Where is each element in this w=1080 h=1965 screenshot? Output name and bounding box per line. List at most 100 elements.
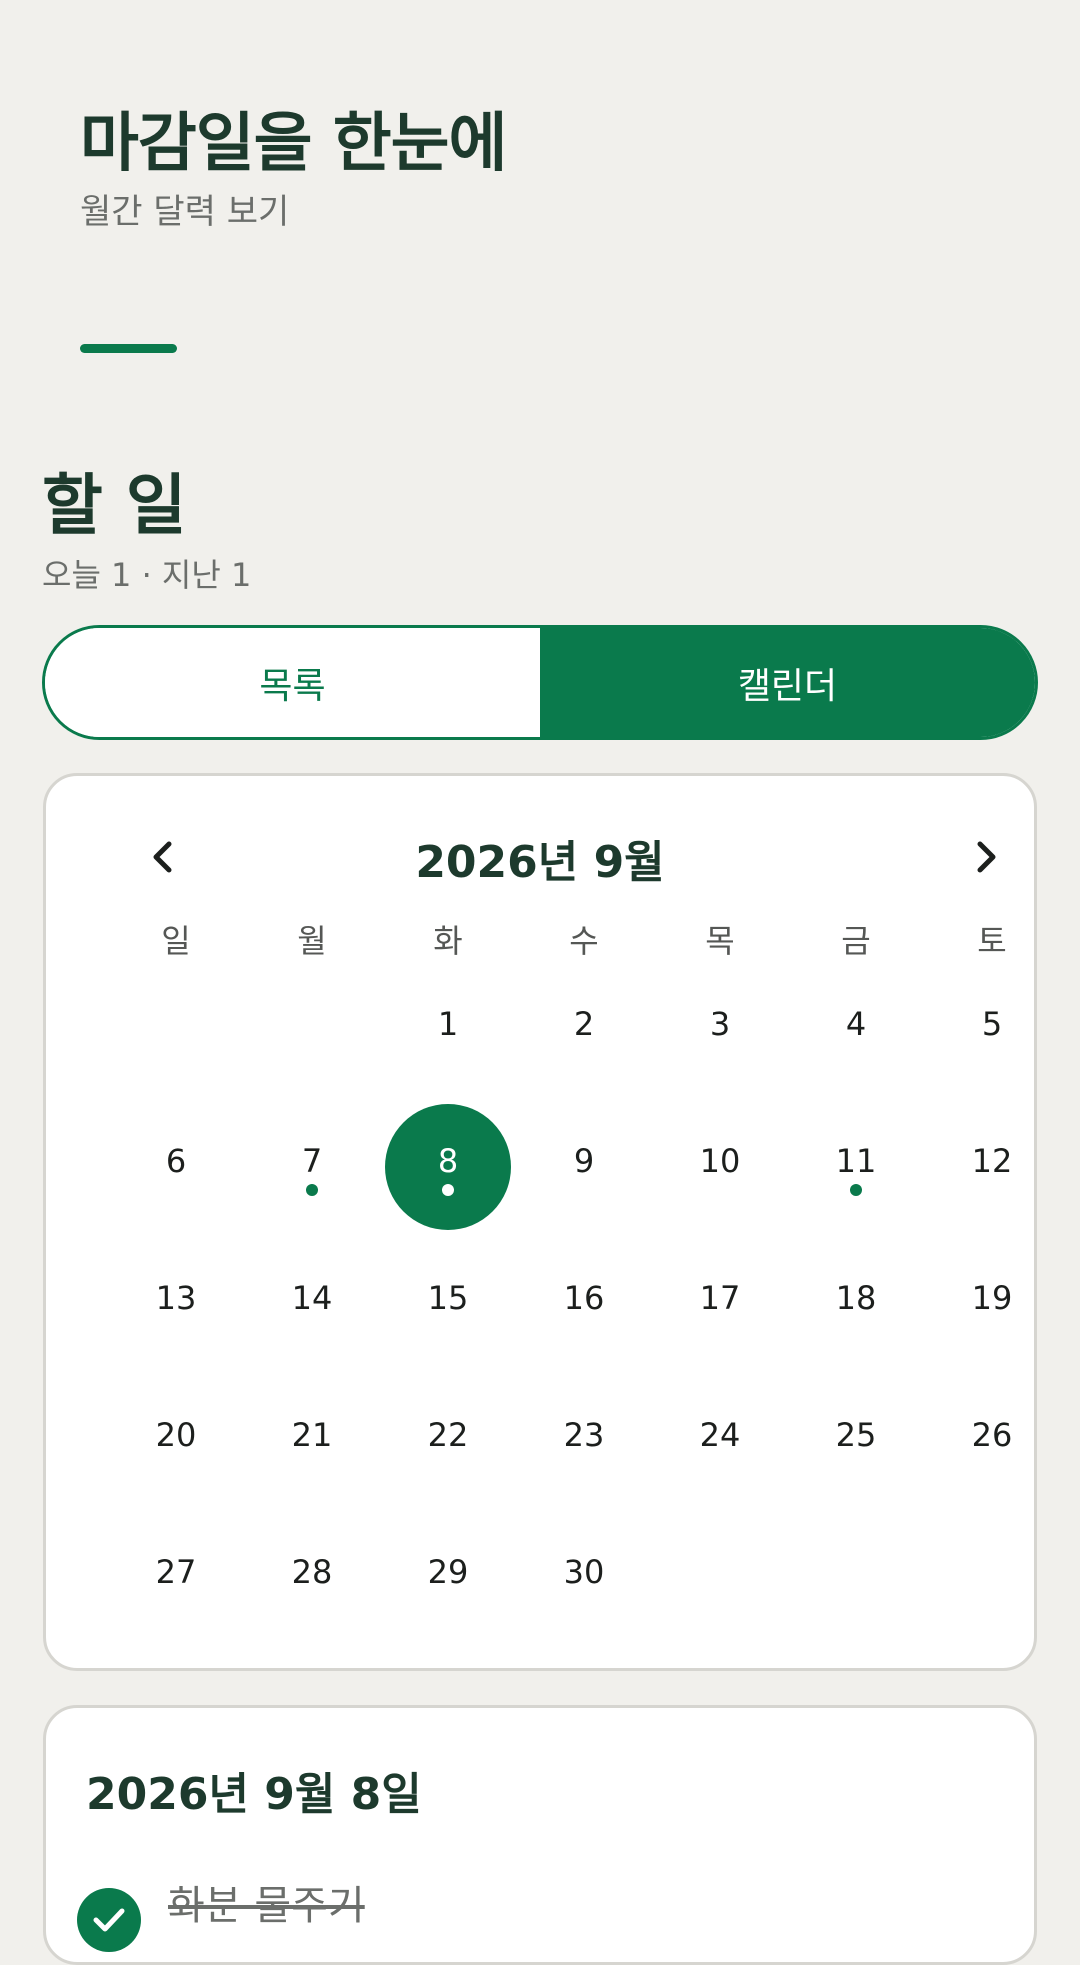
day-button[interactable]: 7: [249, 1104, 375, 1230]
task-title[interactable]: 화분 물주기: [168, 1873, 365, 1931]
day-button[interactable]: 2: [521, 967, 647, 1093]
day-button[interactable]: 27: [113, 1515, 239, 1641]
day-button[interactable]: 5: [929, 967, 1055, 1093]
chevron-right-icon: [977, 841, 996, 873]
day-button[interactable]: 19: [929, 1241, 1055, 1367]
day-button[interactable]: 29: [385, 1515, 511, 1641]
calendar-day: 16: [516, 1235, 652, 1372]
calendar-month-label: 2026년 9월: [415, 837, 665, 888]
day-button[interactable]: 11: [793, 1104, 919, 1230]
calendar-day: 25: [788, 1372, 924, 1509]
day-number: 9: [573, 1141, 595, 1180]
weekday-label: 토: [977, 922, 1007, 960]
day-button[interactable]: 16: [521, 1241, 647, 1367]
list-view-tab[interactable]: 목록: [45, 628, 540, 737]
calendar-day: 30: [516, 1509, 652, 1646]
calendar-day: 5: [924, 961, 1060, 1098]
day-button[interactable]: 18: [793, 1241, 919, 1367]
day-number: 25: [835, 1415, 877, 1454]
weekday-label: 화: [433, 922, 463, 960]
task-done-checkbox[interactable]: [77, 1888, 141, 1952]
day-number: 24: [699, 1415, 741, 1454]
day-button[interactable]: 1: [385, 967, 511, 1093]
day-button[interactable]: 20: [113, 1378, 239, 1504]
weekday-label: 금: [841, 922, 871, 960]
calendar-day: 6: [108, 1098, 244, 1235]
selected-date-title: 2026년 9월 8일: [86, 1769, 422, 1820]
page-subtitle: 월간 달력 보기: [80, 192, 290, 232]
day-number: 4: [845, 1004, 867, 1043]
day-button[interactable]: 15: [385, 1241, 511, 1367]
calendar-day: 26: [924, 1372, 1060, 1509]
day-number: 13: [155, 1278, 197, 1317]
calendar-day: 24: [652, 1372, 788, 1509]
task-summary: 오늘 1 · 지난 1: [42, 556, 252, 594]
day-number: 1: [437, 1004, 459, 1043]
section-title: 할 일: [42, 467, 187, 544]
day-button[interactable]: 28: [249, 1515, 375, 1641]
selected-day-card: 2026년 9월 8일 화분 물주기: [43, 1705, 1037, 1965]
day-number: 30: [563, 1552, 605, 1591]
day-button[interactable]: 26: [929, 1378, 1055, 1504]
task-indicator-dot: [850, 1183, 862, 1196]
day-button[interactable]: 14: [249, 1241, 375, 1367]
day-number: 10: [699, 1141, 741, 1180]
calendar-day: 23: [516, 1372, 652, 1509]
weekday-label: 수: [569, 922, 599, 960]
day-number: 23: [563, 1415, 605, 1454]
day-number: 15: [427, 1278, 469, 1317]
day-button[interactable]: 3: [657, 967, 783, 1093]
calendar-empty-cell: [108, 961, 244, 1098]
day-button[interactable]: 25: [793, 1378, 919, 1504]
calendar-grid: 1 2 3 4 5 6 7 8 9 10 11 12 13 14 15 16 17 18 19 20 21 22 23 24 2…: [108, 961, 1060, 1646]
calendar-view-tab[interactable]: 캘린더: [540, 628, 1035, 737]
day-number: 22: [427, 1415, 469, 1454]
calendar-day: 20: [108, 1372, 244, 1509]
day-button[interactable]: 4: [793, 967, 919, 1093]
calendar-day: 18: [788, 1235, 924, 1372]
check-icon: [93, 1908, 125, 1932]
view-toggle: 목록 캘린더: [42, 625, 1038, 740]
day-button[interactable]: 24: [657, 1378, 783, 1504]
calendar-day: 22: [380, 1372, 516, 1509]
day-button[interactable]: 21: [249, 1378, 375, 1504]
weekday-label: 목: [705, 922, 735, 960]
task-indicator-dot: [442, 1183, 454, 1196]
day-number: 27: [155, 1552, 197, 1591]
weekday-label: 월: [297, 922, 327, 960]
day-number: 29: [427, 1552, 469, 1591]
calendar-day: 11: [788, 1098, 924, 1235]
day-button[interactable]: 12: [929, 1104, 1055, 1230]
calendar-day: 29: [380, 1509, 516, 1646]
calendar-day: 3: [652, 961, 788, 1098]
day-button[interactable]: 23: [521, 1378, 647, 1504]
day-button[interactable]: 30: [521, 1515, 647, 1641]
day-number: 5: [981, 1004, 1003, 1043]
calendar-day: 17: [652, 1235, 788, 1372]
day-button[interactable]: 13: [113, 1241, 239, 1367]
day-button[interactable]: 17: [657, 1241, 783, 1367]
page-title: 마감일을 한눈에: [80, 107, 507, 181]
day-number: 11: [835, 1141, 877, 1180]
day-number: 19: [971, 1278, 1013, 1317]
day-button[interactable]: 10: [657, 1104, 783, 1230]
day-number: 21: [291, 1415, 333, 1454]
day-number: 17: [699, 1278, 741, 1317]
calendar-day: 15: [380, 1235, 516, 1372]
day-button[interactable]: 8: [385, 1103, 511, 1230]
day-number: 12: [971, 1141, 1013, 1180]
day-number: 14: [291, 1278, 333, 1317]
weekday-label: 일: [161, 922, 191, 960]
day-number: 16: [563, 1278, 605, 1317]
day-button[interactable]: 22: [385, 1378, 511, 1504]
weekday-header: 일 월 화 수 목 금 토: [108, 916, 1060, 962]
day-button[interactable]: 9: [521, 1104, 647, 1230]
next-month-button[interactable]: [962, 832, 1012, 882]
day-button[interactable]: 6: [113, 1104, 239, 1230]
day-number: 2: [573, 1004, 595, 1043]
calendar-day: 9: [516, 1098, 652, 1235]
day-number: 6: [165, 1141, 187, 1180]
calendar-empty-cell: [244, 961, 380, 1098]
calendar-day: 2: [516, 961, 652, 1098]
calendar-day: 1: [380, 961, 516, 1098]
